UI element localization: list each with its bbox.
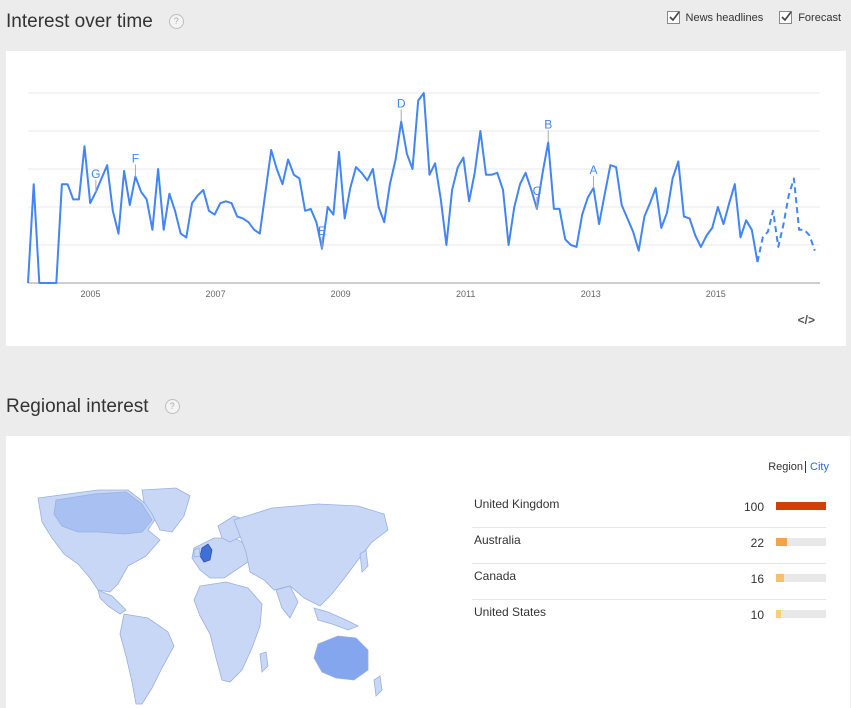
- map-india[interactable]: [275, 585, 299, 619]
- chart-options: News headlines Forecast: [666, 11, 841, 24]
- series-line: [27, 92, 759, 284]
- toggle-separator: [805, 461, 807, 474]
- interest-title: Interest over time?: [6, 11, 184, 33]
- map-australia[interactable]: [313, 635, 369, 681]
- annotation-g[interactable]: G: [91, 167, 100, 181]
- region-name: Canada: [474, 569, 517, 583]
- region-bar-fill: [776, 610, 781, 618]
- help-icon[interactable]: ?: [168, 14, 184, 30]
- region-row[interactable]: United Kingdom 100: [472, 492, 826, 528]
- region-toggle[interactable]: Region: [768, 461, 803, 473]
- interest-chart-card: 2005 2007 2009 2011 2013 2015 G F E D C B A </>: [6, 51, 846, 346]
- help-icon[interactable]: ?: [164, 399, 180, 415]
- region-bar-fill: [776, 502, 826, 510]
- region-value: 100: [743, 500, 764, 514]
- region-value: 22: [750, 536, 764, 550]
- forecast-line: [756, 177, 816, 263]
- regional-title-text: Regional interest: [6, 396, 149, 417]
- x-tick-label: 2007: [206, 289, 226, 299]
- map-madagascar[interactable]: [259, 651, 269, 673]
- interest-title-text: Interest over time: [6, 11, 153, 32]
- region-name: United Kingdom: [474, 497, 560, 511]
- region-value: 16: [750, 572, 764, 586]
- regional-card: Region City United Kingdom 100 Australia 22 C…: [6, 436, 850, 708]
- x-tick-label: 2011: [456, 289, 475, 299]
- checkbox-checked-icon: [666, 11, 680, 24]
- city-toggle[interactable]: City: [810, 461, 829, 473]
- embed-code-icon[interactable]: </>: [798, 313, 815, 327]
- region-row[interactable]: United States 10: [472, 600, 826, 635]
- region-value: 10: [750, 608, 764, 622]
- region-list: United Kingdom 100 Australia 22 Canada 16 Unit…: [472, 492, 826, 635]
- map-new-zealand[interactable]: [373, 675, 383, 697]
- region-bar: [776, 574, 826, 582]
- region-row[interactable]: Canada 16: [472, 564, 826, 600]
- region-bar: [776, 538, 826, 546]
- interest-line-chart[interactable]: 2005 2007 2009 2011 2013 2015 G F E D C B A: [6, 51, 846, 311]
- map-ireland[interactable]: [193, 547, 201, 558]
- region-name: Australia: [474, 533, 521, 547]
- x-tick-label: 2009: [331, 289, 351, 299]
- region-row[interactable]: Australia 22: [472, 528, 826, 564]
- annotation-b[interactable]: B: [544, 117, 552, 131]
- news-headlines-checkbox[interactable]: News headlines: [666, 11, 764, 24]
- x-tick-label: 2015: [706, 289, 726, 299]
- map-south-america[interactable]: [119, 613, 175, 705]
- map-europe[interactable]: [191, 537, 251, 579]
- checkbox-checked-icon: [779, 11, 793, 24]
- map-africa[interactable]: [193, 581, 263, 683]
- news-headlines-label: News headlines: [685, 11, 764, 24]
- region-bar: [776, 502, 826, 510]
- x-tick-label: 2013: [581, 289, 601, 299]
- x-tick-label: 2005: [81, 289, 101, 299]
- forecast-label: Forecast: [798, 11, 841, 24]
- map-southeast-asia[interactable]: [313, 607, 359, 631]
- region-name: United States: [474, 605, 547, 619]
- region-city-toggle: Region City: [768, 461, 829, 474]
- region-bar: [776, 610, 826, 618]
- annotation-e[interactable]: E: [318, 224, 326, 238]
- world-map[interactable]: [28, 486, 390, 708]
- annotation-f[interactable]: F: [132, 152, 139, 166]
- map-japan[interactable]: [359, 549, 369, 573]
- region-bar-fill: [776, 574, 784, 582]
- annotation-d[interactable]: D: [397, 97, 406, 111]
- forecast-checkbox[interactable]: Forecast: [779, 11, 841, 24]
- regional-title: Regional interest?: [6, 396, 180, 418]
- annotation-a[interactable]: A: [589, 163, 597, 177]
- map-central-america[interactable]: [97, 589, 127, 615]
- region-bar-fill: [776, 538, 787, 546]
- annotation-c[interactable]: C: [533, 184, 542, 198]
